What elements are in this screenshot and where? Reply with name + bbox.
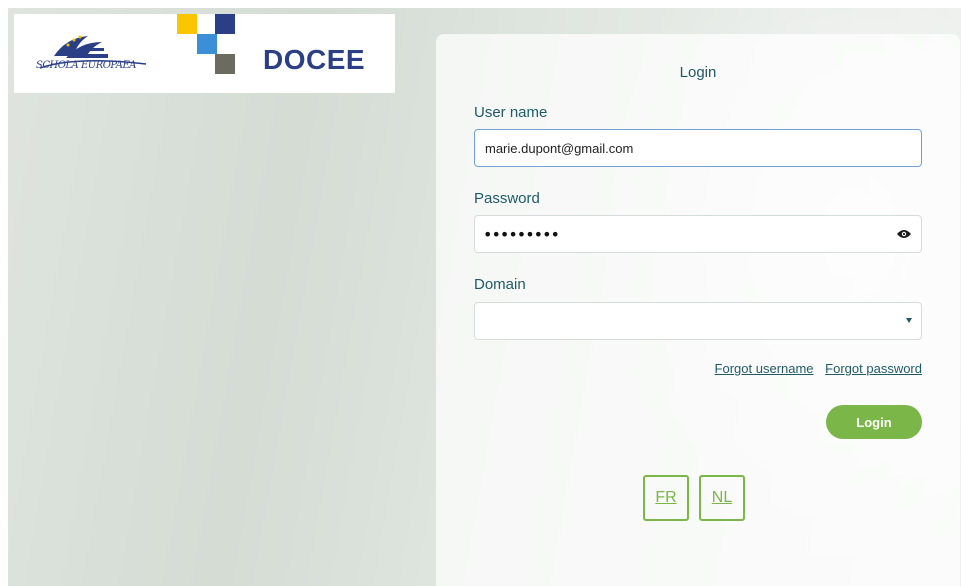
login-panel: Login User name Password ••••••••• Domai… — [436, 34, 960, 586]
language-fr-button[interactable]: FR — [643, 475, 689, 521]
docee-brand: DOCEE — [263, 44, 366, 75]
eye-icon[interactable] — [897, 228, 911, 240]
password-label: Password — [474, 190, 540, 207]
login-button[interactable]: Login — [826, 405, 922, 439]
forgot-username-link[interactable]: Forgot username — [715, 361, 814, 376]
forgot-password-link[interactable]: Forgot password — [825, 361, 922, 376]
forgot-links: Forgot username Forgot password — [707, 361, 922, 376]
schola-europaea-logo — [39, 35, 147, 69]
language-nl-button[interactable]: NL — [699, 475, 745, 521]
domain-select[interactable] — [474, 302, 922, 340]
password-field[interactable]: ••••••••• — [474, 215, 922, 253]
username-input[interactable] — [475, 130, 921, 166]
header-logos: SCHOLA EUROPAEA DOCEE — [14, 14, 395, 93]
username-field-wrapper — [474, 129, 922, 167]
window-frame-left — [0, 0, 8, 586]
username-label: User name — [474, 104, 548, 121]
chevron-down-icon — [906, 318, 912, 323]
login-title: Login — [679, 64, 717, 81]
schola-europaea-wordmark: SCHOLA EUROPAEA — [36, 60, 136, 71]
password-masked-value: ••••••••• — [483, 225, 560, 244]
docee-logo-squares — [177, 14, 235, 74]
domain-label: Domain — [474, 276, 526, 293]
